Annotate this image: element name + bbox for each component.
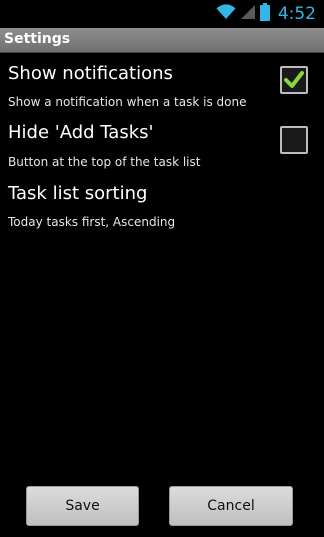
battery-icon [259, 3, 270, 25]
cancel-button[interactable]: Cancel [169, 486, 293, 526]
pref-summary: Today tasks first, Ascending [8, 215, 176, 229]
status-bar: 4:52 [0, 0, 324, 28]
hide-add-tasks-checkbox[interactable] [280, 126, 308, 154]
page-title: Settings [4, 31, 71, 47]
settings-screen: 4:52 Settings Show notifications Show a … [0, 0, 324, 537]
pref-summary: Button at the top of the task list [8, 155, 201, 169]
checkmark-icon [284, 71, 304, 88]
signal-icon [240, 4, 256, 24]
pref-title: Task list sorting [8, 183, 148, 204]
save-button[interactable]: Save [26, 486, 139, 526]
pref-task-list-sorting[interactable]: Task list sorting Today tasks first, Asc… [0, 178, 324, 236]
pref-show-notifications[interactable]: Show notifications Show a notification w… [0, 56, 324, 114]
pref-hide-add-tasks[interactable]: Hide 'Add Tasks' Button at the top of th… [0, 116, 324, 174]
show-notifications-checkbox[interactable] [280, 66, 308, 94]
pref-title: Hide 'Add Tasks' [8, 122, 154, 143]
pref-title: Show notifications [8, 63, 173, 84]
pref-summary: Show a notification when a task is done [8, 95, 247, 109]
bottom-button-bar: Save Cancel [0, 480, 324, 537]
title-bar: Settings [0, 28, 324, 53]
wifi-icon [216, 4, 236, 24]
status-icons: 4:52 [216, 3, 316, 25]
status-time: 4:52 [277, 4, 316, 24]
